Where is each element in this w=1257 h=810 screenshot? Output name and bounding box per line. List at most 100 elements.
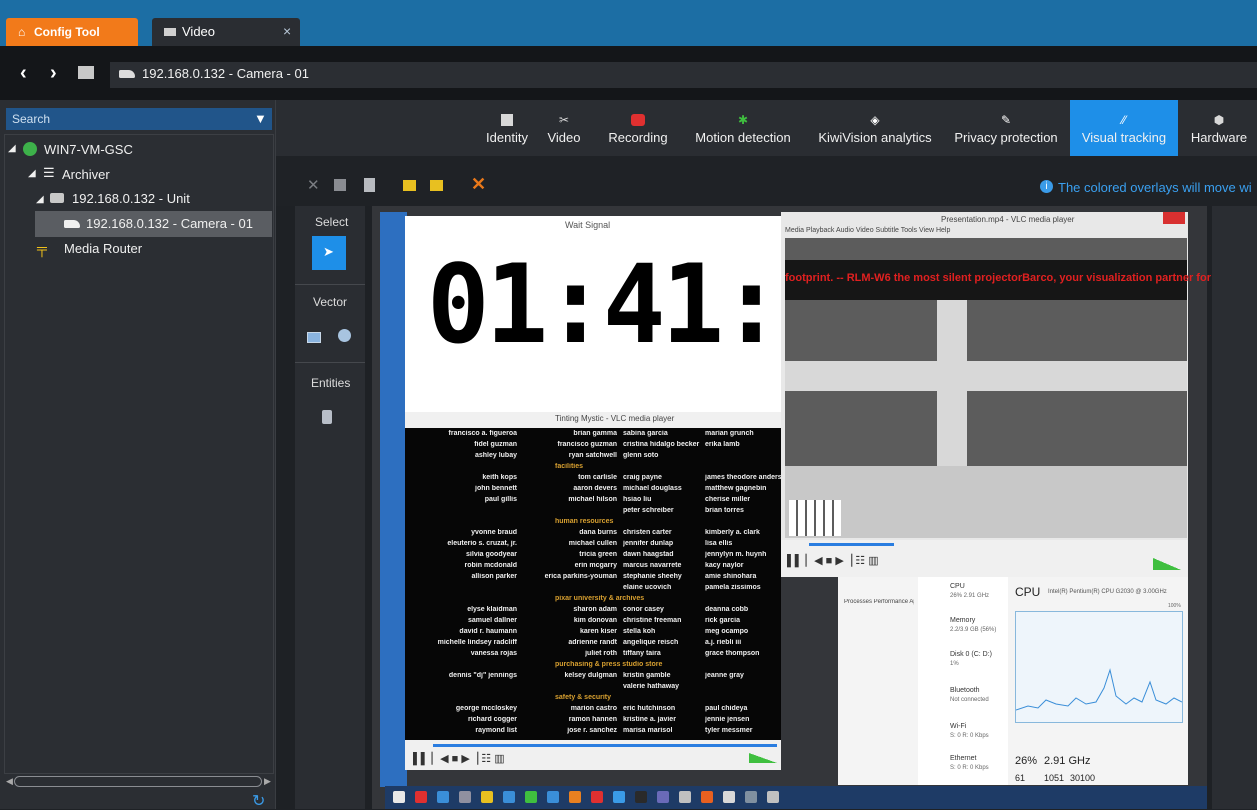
- expand-icon[interactable]: ◢: [28, 168, 36, 179]
- taskbar-app-icon[interactable]: [415, 791, 427, 803]
- credits-name: marion castro: [570, 705, 617, 712]
- select-tool-button[interactable]: ➤: [312, 236, 346, 270]
- taskbar-app-icon[interactable]: [723, 791, 735, 803]
- search-input[interactable]: Search: [6, 108, 272, 130]
- clock-window: Wait Signal 01:41:12.47: [405, 216, 1076, 421]
- tm-cpu-sub: 26% 2.91 GHz: [950, 593, 990, 599]
- map-icon[interactable]: [78, 66, 94, 79]
- tree-item-archiver[interactable]: Archiver: [62, 167, 110, 182]
- credits-name: karen kiser: [580, 628, 617, 635]
- taskbar-app-icon[interactable]: [459, 791, 471, 803]
- taskbar-app-icon[interactable]: [613, 791, 625, 803]
- kiwivision-icon: ◈: [870, 113, 880, 127]
- vlc-close-icon[interactable]: [1163, 212, 1185, 224]
- credits-name: sharon adam: [573, 606, 617, 613]
- credits-name: eric hutchinson: [623, 705, 676, 712]
- tab-video[interactable]: Video: [152, 18, 300, 46]
- scroll-right-icon[interactable]: ▶: [264, 776, 271, 787]
- tab-visual-tracking[interactable]: ⁄⁄ Visual tracking: [1070, 100, 1178, 156]
- taskbar-app-icon[interactable]: [745, 791, 757, 803]
- tree-item-media-router[interactable]: Media Router: [64, 241, 142, 256]
- credits-play-icon[interactable]: ▌▌ ▏◀ ■ ▶▕ ☷ ▥: [413, 752, 505, 765]
- tree-item-camera[interactable]: 192.168.0.132 - Camera - 01: [86, 216, 253, 231]
- tab-identity-label: Identity: [486, 130, 528, 145]
- credits-name: meg ocampo: [705, 628, 749, 635]
- entity-icon[interactable]: [322, 410, 332, 424]
- taskbar-app-icon[interactable]: [635, 791, 647, 803]
- credits-name: jose r. sanchez: [567, 727, 617, 734]
- credits-name: stella koh: [623, 628, 656, 635]
- credits-titlebar: Tinting Mystic - VLC media player: [405, 412, 781, 428]
- credits-section-heading: safety & security: [555, 694, 612, 701]
- close-tab-icon[interactable]: ×: [283, 23, 291, 39]
- taskbar-app-icon[interactable]: [657, 791, 669, 803]
- ellipse-tool-icon[interactable]: [338, 329, 351, 342]
- expand-icon[interactable]: ◢: [36, 194, 44, 205]
- identity-icon: [501, 114, 513, 126]
- delete-icon[interactable]: ✕: [471, 174, 486, 195]
- send-back-icon[interactable]: [430, 180, 443, 191]
- tab-video-label: Video: [182, 24, 216, 39]
- tab-kiwivision[interactable]: ◈ KiwiVision analytics: [810, 100, 940, 156]
- taskbar-app-icon[interactable]: [767, 791, 779, 803]
- credits-volume-icon[interactable]: [749, 753, 777, 763]
- credits-name: tom carlisle: [578, 474, 617, 481]
- credits-section-heading: pixar university & archives: [555, 595, 645, 602]
- credits-list: francisco a. figueroa brian gamma sabina g…: [405, 428, 781, 740]
- credits-name: richard cogger: [467, 716, 517, 723]
- scroll-left-icon[interactable]: ◀: [6, 776, 13, 787]
- bring-front-icon[interactable]: [403, 180, 416, 191]
- tab-identity[interactable]: Identity: [474, 100, 540, 156]
- credits-name: ryan satchwell: [568, 452, 617, 459]
- camera-icon: [119, 70, 135, 78]
- taskbar-app-icon[interactable]: [547, 791, 559, 803]
- tree-item-server[interactable]: WIN7-VM-GSC: [44, 142, 133, 157]
- taskbar-app-icon[interactable]: [701, 791, 713, 803]
- credits-seekbar[interactable]: [433, 744, 777, 747]
- credits-name: glenn soto: [623, 452, 659, 459]
- taskbar-app-icon[interactable]: [437, 791, 449, 803]
- credits-name: michael hilson: [568, 496, 617, 503]
- tm-percent-label: 100%: [1168, 603, 1181, 609]
- tree-item-unit[interactable]: 192.168.0.132 - Unit: [72, 191, 190, 206]
- forward-icon[interactable]: ›: [50, 62, 57, 85]
- paste-icon[interactable]: [364, 178, 375, 192]
- horizontal-scrollbar[interactable]: [14, 776, 262, 787]
- filter-icon[interactable]: ▼: [254, 111, 267, 126]
- taskbar-app-icon[interactable]: [591, 791, 603, 803]
- tm-memory: Memory: [950, 617, 976, 624]
- copy-icon[interactable]: [334, 179, 346, 191]
- credits-name: sabina garcia: [623, 430, 668, 437]
- taskbar-app-icon[interactable]: [525, 791, 537, 803]
- tab-hardware[interactable]: ⬢ Hardware: [1184, 100, 1254, 156]
- taskbar-app-icon[interactable]: [481, 791, 493, 803]
- vlc-volume-icon[interactable]: [1153, 558, 1181, 570]
- tab-video-config[interactable]: ✂ Video: [542, 100, 586, 156]
- tab-visual-tracking-label: Visual tracking: [1081, 130, 1167, 145]
- vlc-menu: Media Playback Audio Video Subtitle Tool…: [785, 227, 951, 234]
- expand-icon[interactable]: ◢: [8, 143, 16, 154]
- credits-name: tiffany taira: [623, 650, 661, 657]
- tab-recording[interactable]: Recording: [602, 100, 674, 156]
- tm-handles: 30100: [1070, 773, 1096, 783]
- back-icon[interactable]: ‹: [20, 62, 27, 85]
- taskbar-app-icon[interactable]: [569, 791, 581, 803]
- credits-name: jeanne gray: [705, 672, 744, 679]
- rectangle-tool-icon[interactable]: [307, 332, 321, 343]
- pointer-icon: ➤: [323, 244, 334, 259]
- vlc-play-icon[interactable]: ▌▌ ▏◀ ■ ▶▕ ☷ ▥: [787, 554, 879, 567]
- credits-name: keith kops: [482, 474, 517, 481]
- breadcrumb-path[interactable]: 192.168.0.132 - Camera - 01: [142, 66, 309, 81]
- vlc-seekbar[interactable]: [809, 543, 894, 546]
- refresh-icon[interactable]: ↻: [252, 794, 265, 810]
- tab-config-tool[interactable]: ⌂ Config Tool: [6, 18, 138, 46]
- tab-motion-detection[interactable]: ✱ Motion detection: [684, 100, 802, 156]
- tab-video-label: Video: [547, 130, 581, 145]
- tab-privacy-protection[interactable]: ✎ Privacy protection: [946, 100, 1066, 156]
- taskbar-app-icon[interactable]: [679, 791, 691, 803]
- credits-name: cristina hidalgo becker: [623, 441, 700, 448]
- taskbar-app-icon[interactable]: [503, 791, 515, 803]
- archiver-icon: ☰: [43, 165, 55, 180]
- taskbar-app-icon[interactable]: [393, 791, 405, 803]
- cut-icon[interactable]: ✕: [307, 176, 320, 194]
